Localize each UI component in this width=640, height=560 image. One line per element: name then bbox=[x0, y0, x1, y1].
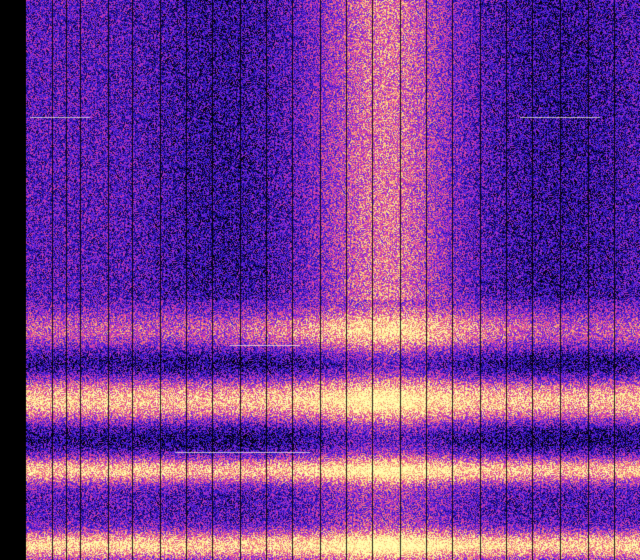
spectrogram-canvas bbox=[0, 0, 640, 560]
